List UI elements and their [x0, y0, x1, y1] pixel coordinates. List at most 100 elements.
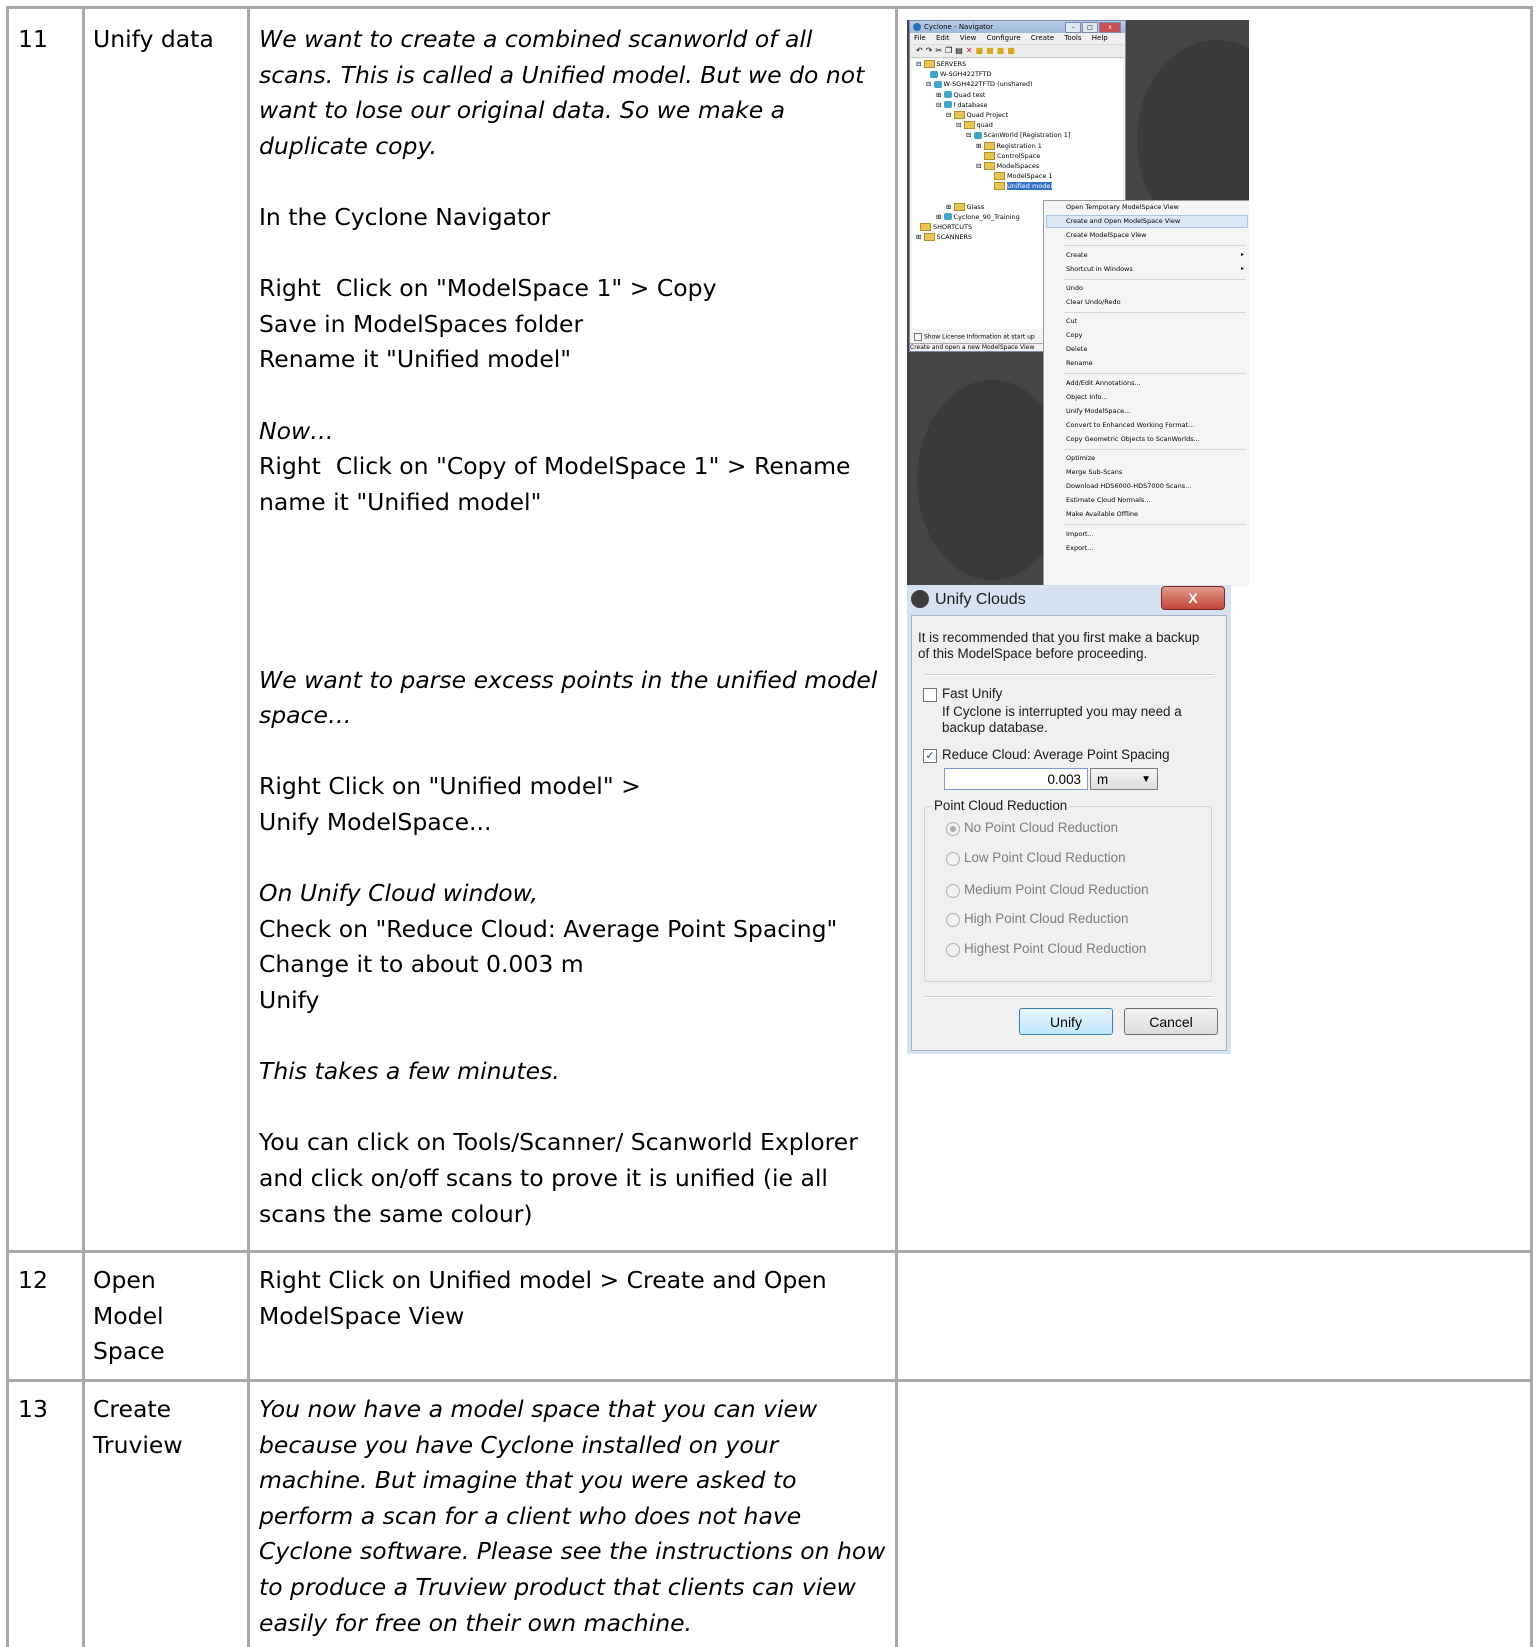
radio-button[interactable]	[946, 913, 960, 927]
menu-item[interactable]: Create ModelSpace View	[1066, 231, 1146, 239]
backup-message: It is recommended that you first make a …	[918, 630, 1200, 645]
step-title-line: Unify data	[93, 25, 214, 53]
cut-icon[interactable]: ✂	[935, 46, 945, 55]
menu-item[interactable]: Add/Edit Annotations...	[1066, 379, 1141, 387]
unify-button[interactable]: Unify	[1019, 1008, 1113, 1035]
tree-item[interactable]: ⊟ SERVERS	[912, 59, 1123, 69]
step-title-line: Model	[93, 1301, 164, 1330]
step-title: Unify data	[93, 22, 214, 58]
maximize-icon[interactable]: □	[1082, 22, 1098, 33]
license-checkbox[interactable]: Show License Information at start up	[914, 333, 1035, 341]
radio-button[interactable]	[946, 884, 960, 898]
redo-icon[interactable]: ↷	[926, 46, 936, 55]
menu-item[interactable]: Open Temporary ModelSpace View	[1066, 203, 1179, 211]
copy-icon[interactable]: ❐	[945, 46, 955, 55]
paste-icon[interactable]: ▤	[955, 46, 966, 55]
menu-item[interactable]: Cut	[1066, 317, 1077, 325]
submenu-arrow-icon: ▸	[1240, 265, 1244, 272]
menu-item[interactable]: Download HDS6000-HDS7000 Scans...	[1066, 482, 1191, 490]
menu-item[interactable]: Object Info...	[1066, 393, 1108, 401]
reduce-cloud-checkbox[interactable]: ✓	[923, 749, 937, 763]
menu-item[interactable]: Optimize	[1066, 454, 1095, 462]
fast-unify-note: backup database.	[942, 720, 1048, 735]
step-title-line: Truview	[93, 1430, 183, 1459]
instruction-line: machine. But imagine that you were asked…	[259, 1466, 797, 1495]
cancel-button[interactable]: Cancel	[1124, 1008, 1218, 1035]
tree-item[interactable]: ModelSpace 1	[912, 171, 1123, 181]
fast-unify-checkbox[interactable]	[923, 688, 937, 702]
tree-item[interactable]: ⊟ ScanWorld [Registration 1]	[912, 130, 1123, 140]
radio-button[interactable]	[946, 852, 960, 866]
menu-item[interactable]: Estimate Cloud Normals...	[1066, 496, 1151, 504]
menu-item[interactable]: Shortcut in Windows	[1066, 265, 1133, 273]
dialog-body: It is recommended that you first make a …	[911, 615, 1227, 1051]
radio-button[interactable]	[946, 943, 960, 957]
tree-item[interactable]: ControlSpace	[912, 151, 1123, 161]
divider	[924, 674, 1214, 676]
radio-button[interactable]	[946, 822, 960, 836]
menu-item[interactable]: Rename	[1066, 359, 1093, 367]
tree-item[interactable]: ⊟ W-SGH422TFTD (unshared)	[912, 79, 1123, 89]
step-number: 11	[18, 25, 48, 53]
undo-icon[interactable]: ↶	[916, 46, 926, 55]
column-divider	[895, 6, 898, 1647]
reduction-option: No Point Cloud Reduction	[964, 820, 1119, 835]
table-border-top	[6, 6, 1532, 9]
menu-item[interactable]: Unify ModelSpace...	[1066, 407, 1130, 415]
instruction-line: You can click on Tools/Scanner/ Scanworl…	[259, 1128, 858, 1157]
folder-icon[interactable]: ■■■■	[976, 46, 1018, 55]
tree-item[interactable]: ⊟ l database	[912, 100, 1123, 110]
tree-item[interactable]: ⊟ ModelSpaces	[912, 161, 1123, 171]
menu-item[interactable]: Copy	[1066, 331, 1083, 339]
menu-view[interactable]: View	[960, 34, 977, 42]
close-button[interactable]: X	[1161, 586, 1225, 610]
menu-edit[interactable]: Edit	[936, 34, 950, 42]
column-divider	[82, 6, 85, 1647]
tree-item[interactable]: ⊞ Registration 1	[912, 141, 1123, 151]
menu-item[interactable]: Create	[1066, 251, 1088, 259]
menu-item[interactable]: Import...	[1066, 530, 1094, 538]
tree-item[interactable]: W-SGH422TFTD	[912, 69, 1123, 79]
step-instructions: We want to create a combined scanworld o…	[259, 22, 877, 1232]
instruction-line: space…	[259, 701, 352, 730]
dialog-title: Unify Clouds	[935, 591, 1026, 608]
menu-item[interactable]: Convert to Enhanced Working Format...	[1066, 421, 1194, 429]
menu-item[interactable]: Merge Sub-Scans	[1066, 468, 1122, 476]
unit-select[interactable]: m ▼	[1090, 768, 1158, 790]
instruction-line: name it "Unified model"	[259, 487, 542, 516]
delete-icon[interactable]: ✕	[966, 46, 976, 55]
menu-help[interactable]: Help	[1092, 34, 1108, 42]
submenu-arrow-icon: ▸	[1240, 251, 1244, 258]
navigator-titlebar: Cyclone - Navigator – □ x	[910, 21, 1125, 33]
spacing-input[interactable]: 0.003	[944, 768, 1088, 790]
reduction-option: Medium Point Cloud Reduction	[964, 882, 1149, 897]
instruction-line: Unify	[259, 986, 320, 1015]
menu-item[interactable]: Create and Open ModelSpace View	[1066, 217, 1180, 225]
menu-tools[interactable]: Tools	[1064, 34, 1081, 42]
menu-item[interactable]: Export...	[1066, 544, 1093, 552]
checkbox-icon[interactable]	[914, 333, 922, 341]
chevron-down-icon: ▼	[1141, 774, 1151, 785]
menu-item[interactable]: Undo	[1066, 284, 1083, 292]
close-icon[interactable]: x	[1099, 22, 1121, 33]
tree-item-selected[interactable]: Unified model	[912, 181, 1123, 191]
backup-message: of this ModelSpace before proceeding.	[918, 646, 1148, 661]
tree-item[interactable]: ⊟ Quad Project	[912, 110, 1123, 120]
menu-item[interactable]: Delete	[1066, 345, 1087, 353]
minimize-icon[interactable]: –	[1065, 22, 1081, 33]
step-number: 13	[18, 1395, 48, 1423]
menu-file[interactable]: File	[914, 34, 926, 42]
menu-create[interactable]: Create	[1031, 34, 1054, 42]
menu-item[interactable]: Copy Geometric Objects to ScanWorlds...	[1066, 435, 1200, 443]
menu-item[interactable]: Clear Undo/Redo	[1066, 298, 1121, 306]
menu-item[interactable]: Make Available Offline	[1066, 510, 1138, 518]
tree-item[interactable]: ⊟ quad	[912, 120, 1123, 130]
tree-item[interactable]: ⊞ Quad test	[912, 90, 1123, 100]
menu-configure[interactable]: Configure	[987, 34, 1021, 42]
table-border-right	[1530, 6, 1533, 1647]
